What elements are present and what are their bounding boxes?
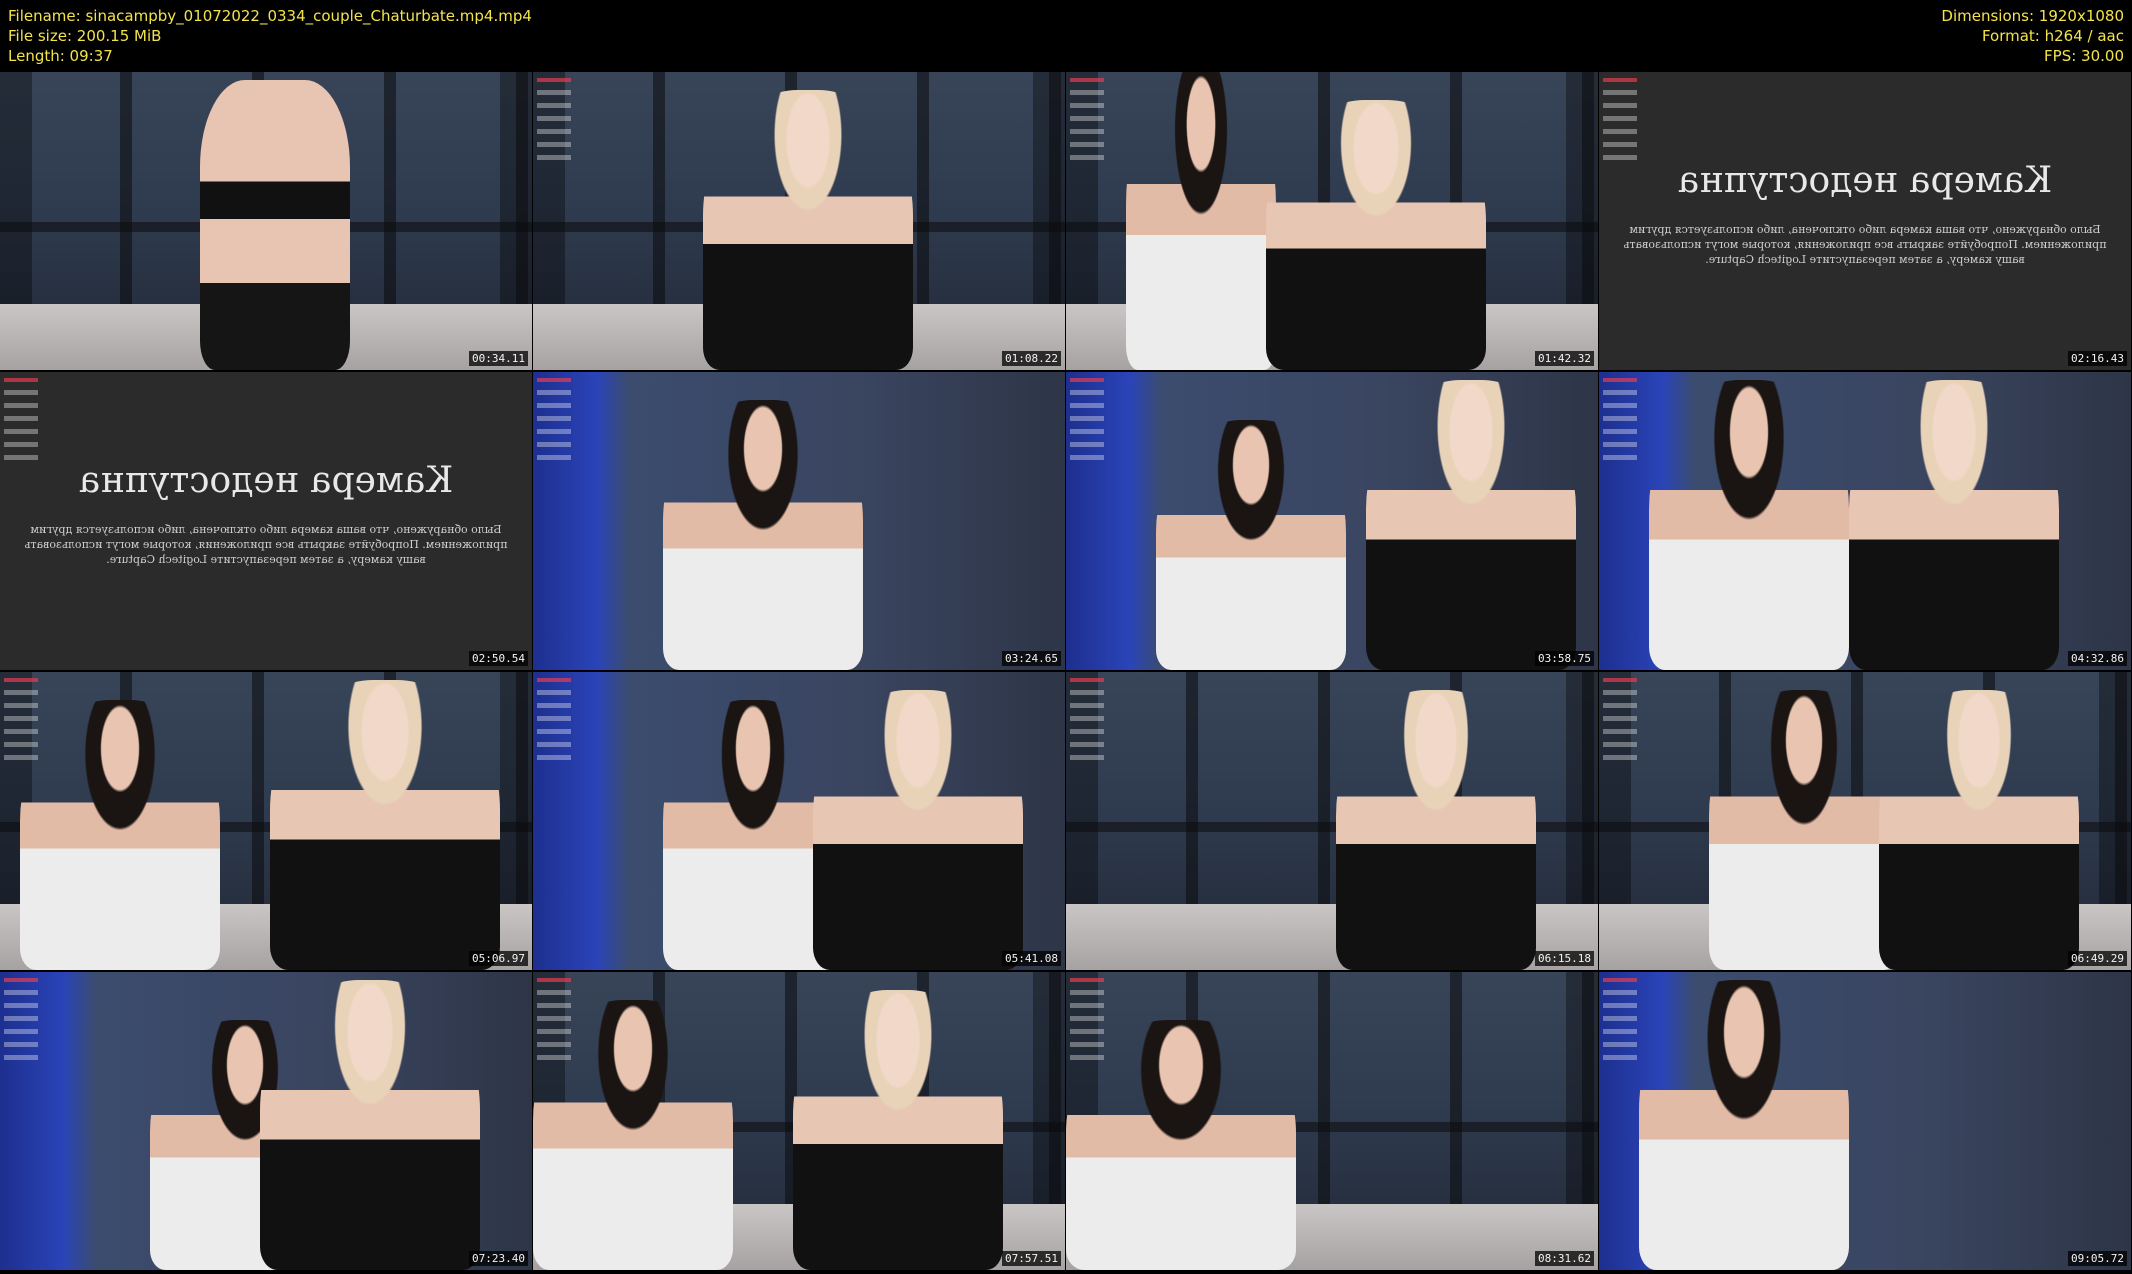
thumbnail-12[interactable]: 06:49.29 <box>1599 672 2131 970</box>
format-text: Format: h264 / aac <box>1981 27 2124 45</box>
person-figure <box>703 90 913 370</box>
person-figure <box>1849 380 2059 670</box>
camera-error-text: Было обнаружено, что ваша камера либо от… <box>1623 223 2107 266</box>
overlay-panel <box>1603 978 1645 1108</box>
person-figure <box>1336 690 1536 970</box>
person-figure <box>813 690 1023 970</box>
timestamp: 08:31.62 <box>1535 1251 1594 1266</box>
overlay-panel <box>537 78 579 208</box>
camera-error-text: Было обнаружено, что ваша камера либо от… <box>24 523 508 566</box>
person-figure <box>663 400 863 670</box>
thumbnail-10[interactable]: 05:41.08 <box>533 672 1065 970</box>
thumbnail-1[interactable]: 00:34.11 <box>0 72 532 370</box>
timestamp: 09:05.72 <box>2068 1251 2127 1266</box>
person-figure <box>1639 980 1849 1270</box>
thumbnail-3[interactable]: 01:42.32 <box>1066 72 1598 370</box>
person-figure <box>793 990 1003 1270</box>
timestamp: 04:32.86 <box>2068 651 2127 666</box>
overlay-panel <box>4 978 46 1108</box>
filename-text: Filename: sinacampby_01072022_0334_coupl… <box>8 7 532 25</box>
person-figure <box>200 80 350 370</box>
timestamp: 03:24.65 <box>1002 651 1061 666</box>
metadata-header: Filename: sinacampby_01072022_0334_coupl… <box>0 0 2132 72</box>
fps-text: FPS: 30.00 <box>2044 47 2124 65</box>
overlay-panel <box>1603 78 1645 208</box>
thumbnail-8[interactable]: 04:32.86 <box>1599 372 2131 670</box>
overlay-panel <box>4 678 46 808</box>
metadata-right: Dimensions: 1920x1080 Format: h264 / aac… <box>1941 6 2124 66</box>
overlay-panel <box>537 978 579 1108</box>
thumbnail-15[interactable]: 08:31.62 <box>1066 972 1598 1270</box>
file-size-text: File size: 200.15 MiB <box>8 27 162 45</box>
thumbnail-grid: 00:34.11 01:08.22 01:42.32 Камера недост… <box>0 72 2132 1274</box>
person-figure <box>1879 690 2079 970</box>
camera-error-title: Камера недоступна <box>78 460 454 501</box>
timestamp: 01:42.32 <box>1535 351 1594 366</box>
overlay-panel <box>1603 378 1645 508</box>
metadata-left: Filename: sinacampby_01072022_0334_coupl… <box>8 6 532 66</box>
timestamp: 05:41.08 <box>1002 951 1061 966</box>
person-figure <box>20 700 220 970</box>
timestamp: 03:58.75 <box>1535 651 1594 666</box>
timestamp: 07:57.51 <box>1002 1251 1061 1266</box>
overlay-panel <box>4 378 46 508</box>
thumbnail-16[interactable]: 09:05.72 <box>1599 972 2131 1270</box>
timestamp: 06:49.29 <box>2068 951 2127 966</box>
overlay-panel <box>1070 78 1112 208</box>
timestamp: 00:34.11 <box>469 351 528 366</box>
thumbnail-6[interactable]: 03:24.65 <box>533 372 1065 670</box>
thumbnail-13[interactable]: 07:23.40 <box>0 972 532 1270</box>
camera-error-title: Камера недоступна <box>1677 160 2053 201</box>
overlay-panel <box>1070 978 1112 1108</box>
person-figure <box>1366 380 1576 670</box>
thumbnail-2[interactable]: 01:08.22 <box>533 72 1065 370</box>
person-figure <box>260 980 480 1270</box>
overlay-panel <box>537 378 579 508</box>
dimensions-text: Dimensions: 1920x1080 <box>1941 7 2124 25</box>
thumbnail-14[interactable]: 07:57.51 <box>533 972 1065 1270</box>
person-figure <box>1126 72 1276 370</box>
thumbnail-11[interactable]: 06:15.18 <box>1066 672 1598 970</box>
timestamp: 07:23.40 <box>469 1251 528 1266</box>
length-text: Length: 09:37 <box>8 47 113 65</box>
timestamp: 02:16.43 <box>2068 351 2127 366</box>
overlay-panel <box>1603 678 1645 808</box>
person-figure <box>1266 100 1486 370</box>
timestamp: 05:06.97 <box>469 951 528 966</box>
person-figure <box>270 680 500 970</box>
thumbnail-7[interactable]: 03:58.75 <box>1066 372 1598 670</box>
person-figure <box>1649 380 1849 670</box>
timestamp: 02:50.54 <box>469 651 528 666</box>
thumbnail-5[interactable]: Камера недоступна Было обнаружено, что в… <box>0 372 532 670</box>
overlay-panel <box>1070 678 1112 808</box>
thumbnail-9[interactable]: 05:06.97 <box>0 672 532 970</box>
person-figure <box>1709 690 1899 970</box>
timestamp: 06:15.18 <box>1535 951 1594 966</box>
thumbnail-4[interactable]: Камера недоступна Было обнаружено, что в… <box>1599 72 2131 370</box>
timestamp: 01:08.22 <box>1002 351 1061 366</box>
overlay-panel <box>537 678 579 808</box>
overlay-panel <box>1070 378 1112 508</box>
person-figure <box>1156 420 1346 670</box>
